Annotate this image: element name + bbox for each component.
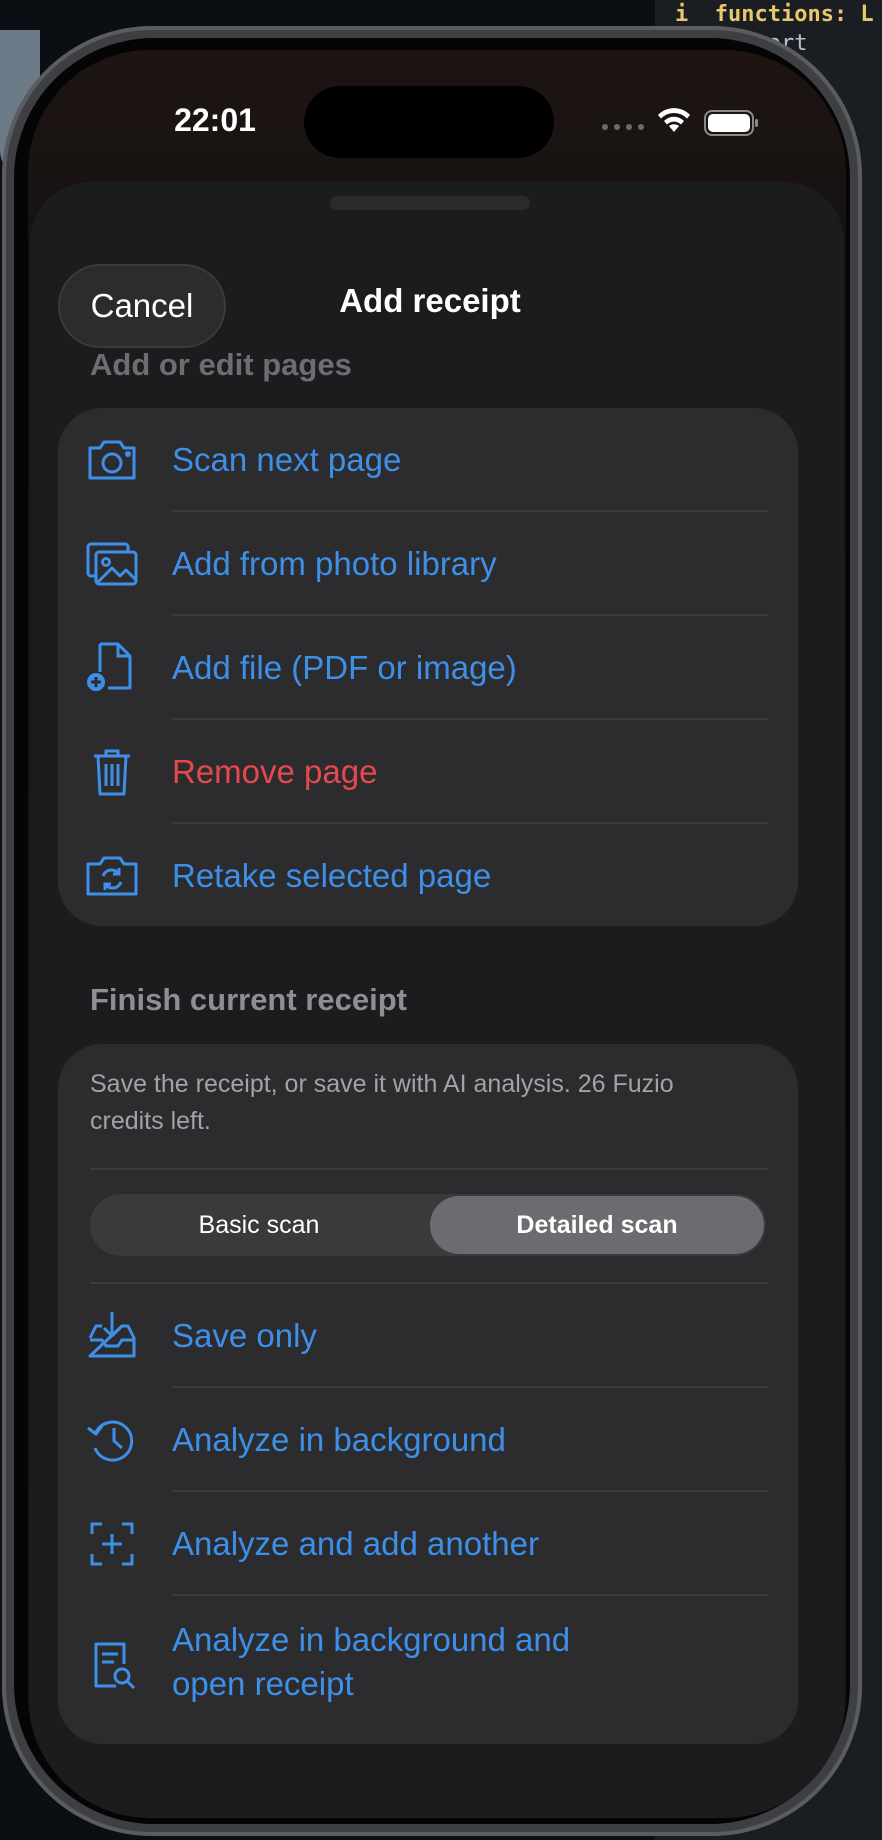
save-only-label: Save only: [172, 1317, 317, 1354]
scan-mode-segmented-control: Basic scan Detailed scan: [90, 1194, 766, 1256]
battery-icon: [704, 110, 760, 141]
add-file-label: Add file (PDF or image): [172, 649, 517, 686]
dynamic-island: [304, 86, 554, 158]
basic-scan-segment[interactable]: Basic scan: [92, 1196, 426, 1254]
document-search-icon: [84, 1640, 140, 1692]
wifi-icon: [656, 106, 692, 139]
add-from-photo-library-button[interactable]: Add from photo library: [58, 512, 798, 616]
analyze-in-background-label: Analyze in background: [172, 1421, 506, 1458]
add-from-photo-library-label: Add from photo library: [172, 545, 497, 582]
analyze-and-add-another-button[interactable]: Analyze and add another: [58, 1492, 798, 1596]
pages-section-header: Add or edit pages: [90, 347, 352, 382]
trash-icon: [84, 746, 140, 798]
phone-screen: 22:01 Cancel Add receipt Add or edit pag…: [28, 50, 846, 1818]
analyze-and-add-another-label: Analyze and add another: [172, 1525, 539, 1562]
clock-history-icon: [84, 1414, 140, 1466]
retake-selected-page-button[interactable]: Retake selected page: [58, 824, 798, 928]
remove-page-label: Remove page: [172, 753, 378, 790]
sheet-grabber[interactable]: [330, 196, 530, 210]
detailed-scan-segment[interactable]: Detailed scan: [430, 1196, 764, 1254]
analyze-in-background-button[interactable]: Analyze in background: [58, 1388, 798, 1492]
scan-next-page-button[interactable]: Scan next page: [58, 408, 798, 512]
photo-library-icon: [84, 538, 140, 590]
finish-description: Save the receipt, or save it with AI ana…: [90, 1070, 674, 1135]
cancel-button[interactable]: Cancel: [58, 264, 226, 348]
cellular-signal-icon: [602, 124, 644, 130]
add-file-icon: [84, 642, 140, 694]
add-viewfinder-icon: [84, 1518, 140, 1570]
retake-selected-page-label: Retake selected page: [172, 857, 492, 894]
analyze-and-open-receipt-button[interactable]: Analyze in background and open receipt: [58, 1596, 798, 1736]
pages-card: Scan next page Add from photo library Ad…: [58, 408, 798, 926]
save-only-button[interactable]: Save only: [58, 1284, 798, 1388]
row-separator: [90, 1168, 768, 1170]
finish-section-header: Finish current receipt: [90, 982, 407, 1017]
add-receipt-sheet: Cancel Add receipt Add or edit pages Sca…: [30, 182, 844, 1818]
retake-camera-icon: [84, 850, 140, 902]
camera-icon: [84, 434, 140, 486]
status-time: 22:01: [174, 102, 256, 138]
add-file-button[interactable]: Add file (PDF or image): [58, 616, 798, 720]
scan-next-page-label: Scan next page: [172, 441, 402, 478]
finish-card: Save the receipt, or save it with AI ana…: [58, 1044, 798, 1744]
tray-download-icon: [84, 1310, 140, 1362]
code-line: i functions: L: [675, 2, 874, 27]
analyze-and-open-receipt-label: Analyze in background and open receipt: [172, 1621, 571, 1702]
remove-page-button[interactable]: Remove page: [58, 720, 798, 824]
sheet-title: Add receipt: [339, 282, 521, 319]
